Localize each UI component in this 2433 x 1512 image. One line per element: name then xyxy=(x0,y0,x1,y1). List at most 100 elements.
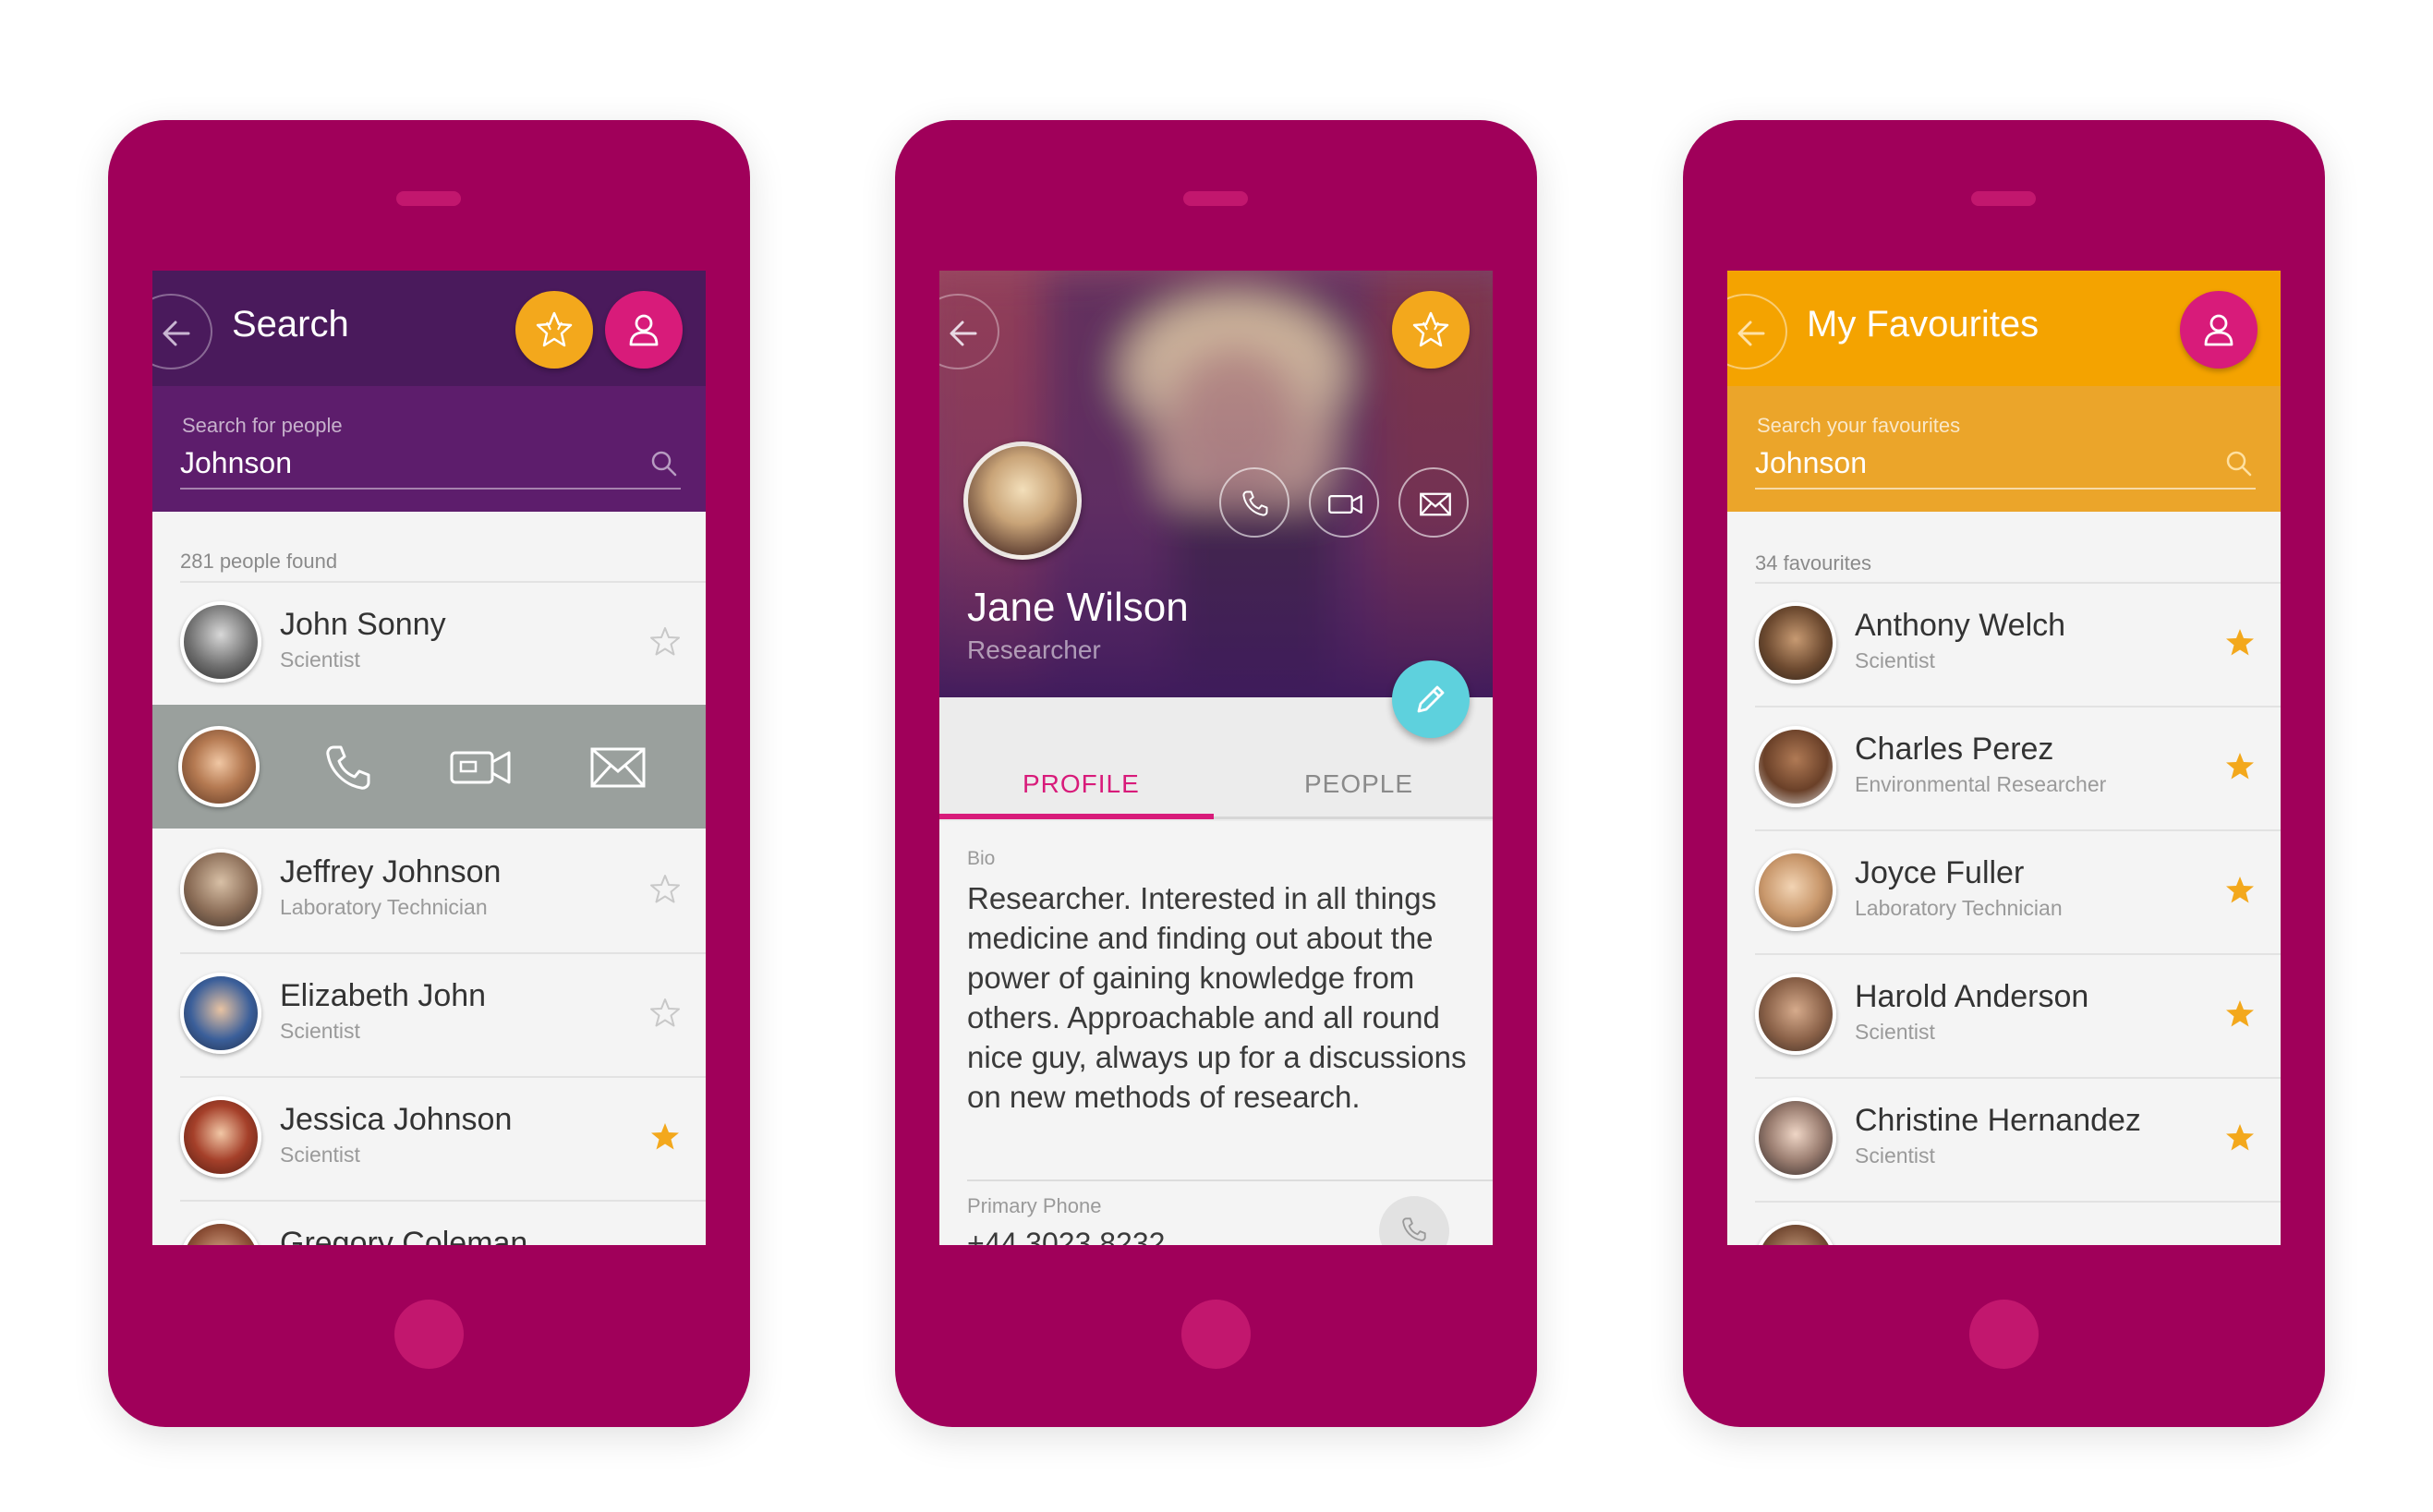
home-button[interactable] xyxy=(394,1300,464,1369)
star-icon[interactable] xyxy=(648,997,682,1030)
star-icon[interactable] xyxy=(2223,998,2257,1031)
list-item[interactable]: Jeffrey Johnson Laboratory Technician xyxy=(152,829,706,952)
active-tab-indicator xyxy=(939,814,1214,819)
call-phone-button[interactable] xyxy=(1379,1196,1449,1245)
row-divider xyxy=(180,1076,706,1078)
avatar xyxy=(180,601,261,683)
bio-label: Bio xyxy=(967,848,996,869)
avatar xyxy=(178,726,260,807)
profile-screen: Jane Wilson Researcher PROFILE PEOPLE Bi… xyxy=(939,271,1493,1245)
phone-speaker xyxy=(1971,191,2036,206)
list-item[interactable]: Jessica Johnson Scientist xyxy=(152,1076,706,1200)
back-arrow-icon xyxy=(163,321,190,346)
star-icon[interactable] xyxy=(2223,626,2257,659)
edit-button[interactable] xyxy=(1392,660,1470,738)
search-underline xyxy=(1755,488,2256,490)
row-divider xyxy=(180,1200,706,1202)
phone-profile: Jane Wilson Researcher PROFILE PEOPLE Bi… xyxy=(895,120,1537,1427)
person-name: Christine Hernandez xyxy=(1855,1103,2141,1138)
person-name: Harold Anderson xyxy=(1855,979,2089,1014)
search-label: Search for people xyxy=(182,414,343,437)
profile-icon xyxy=(2204,314,2233,346)
home-button[interactable] xyxy=(1181,1300,1251,1369)
person-name: John Sonny xyxy=(280,607,446,642)
video-icon xyxy=(1328,495,1362,514)
list-item[interactable]: Elizabeth John Scientist xyxy=(152,952,706,1076)
back-arrow-icon xyxy=(950,321,977,346)
list-item[interactable]: Christine Hernandez Scientist xyxy=(1727,1077,2281,1201)
star-icon[interactable] xyxy=(648,1120,682,1154)
search-input[interactable]: Johnson xyxy=(1755,446,1867,480)
quick-action-bar xyxy=(152,705,706,829)
star-icon[interactable] xyxy=(2223,1121,2257,1155)
page-title: My Favourites xyxy=(1807,304,2040,345)
home-button[interactable] xyxy=(1969,1300,2039,1369)
phone-icon xyxy=(1242,490,1268,516)
phone-icon[interactable] xyxy=(321,740,376,795)
person-name: Gregory Coleman xyxy=(280,1226,528,1245)
back-button[interactable] xyxy=(152,294,212,369)
search-icon[interactable] xyxy=(2224,449,2254,478)
bio-line: others. Approachable and all round xyxy=(967,1000,1440,1034)
person-name: Anthony Welch xyxy=(1855,608,2066,643)
avatar xyxy=(1755,726,1836,807)
tab-people[interactable]: PEOPLE xyxy=(1304,769,1413,799)
star-icon[interactable] xyxy=(648,873,682,906)
star-icon[interactable] xyxy=(2223,750,2257,783)
favourites-button[interactable] xyxy=(515,291,593,369)
list-item[interactable]: Joyce Fuller Laboratory Technician xyxy=(1727,829,2281,953)
phone-icon xyxy=(1402,1217,1426,1241)
mail-icon[interactable] xyxy=(588,740,648,795)
profile-button[interactable] xyxy=(2180,291,2257,369)
list-item[interactable]: Anthony Welch Scientist xyxy=(1727,582,2281,706)
favourites-appbar: My Favourites xyxy=(1727,271,2281,386)
call-button[interactable] xyxy=(1219,467,1289,538)
video-call-button[interactable] xyxy=(1309,467,1379,538)
tabs-divider xyxy=(1214,816,1493,819)
person-name: Elizabeth John xyxy=(280,978,487,1013)
profile-button[interactable] xyxy=(605,291,683,369)
list-item[interactable]: Charles Perez Environmental Researcher xyxy=(1727,706,2281,829)
section-divider xyxy=(967,1179,1493,1181)
profile-header: Jane Wilson Researcher xyxy=(939,271,1493,697)
result-count: 281 people found xyxy=(180,550,338,573)
phone-value: +44 3023 8232 xyxy=(967,1227,1166,1245)
avatar xyxy=(1755,1097,1836,1179)
star-icon[interactable] xyxy=(2223,874,2257,907)
avatar xyxy=(180,1220,261,1245)
back-arrow-icon xyxy=(1737,321,1765,346)
list-item[interactable]: Harold Anderson Scientist xyxy=(1727,953,2281,1077)
phone-speaker xyxy=(1183,191,1248,206)
row-divider xyxy=(180,952,706,954)
phone-search: Search Search for people Johnson 281 peo… xyxy=(108,120,750,1427)
page-title: Search xyxy=(232,304,349,345)
list-item[interactable]: John Sonny Scientist xyxy=(152,581,706,705)
favourites-star-icon xyxy=(1412,311,1449,347)
person-name: Charles Perez xyxy=(1855,732,2054,767)
avatar xyxy=(180,849,261,930)
person-name: Jeffrey Johnson xyxy=(280,854,502,889)
profile-name: Jane Wilson xyxy=(967,585,1189,630)
list-item[interactable] xyxy=(1727,1201,2281,1245)
search-bar: Search for people Johnson xyxy=(152,386,706,512)
result-count: 34 favourites xyxy=(1755,551,1871,575)
row-divider xyxy=(1755,829,2281,831)
search-appbar: Search xyxy=(152,271,706,386)
person-role: Laboratory Technician xyxy=(280,895,488,919)
bio-line: Researcher. Interested in all things xyxy=(967,881,1437,915)
tab-profile[interactable]: PROFILE xyxy=(1023,769,1140,799)
search-input[interactable]: Johnson xyxy=(180,446,292,480)
star-icon[interactable] xyxy=(648,625,682,659)
avatar xyxy=(1755,974,1836,1055)
email-button[interactable] xyxy=(1398,467,1469,538)
avatar xyxy=(1755,850,1836,931)
back-button[interactable] xyxy=(1727,294,1787,369)
phone-speaker xyxy=(396,191,461,206)
favourites-screen: My Favourites Search your favourites Joh… xyxy=(1727,271,2281,1245)
person-role: Laboratory Technician xyxy=(1855,896,2063,920)
video-icon[interactable] xyxy=(448,740,514,795)
person-role: Scientist xyxy=(1855,648,1935,672)
list-item[interactable]: Gregory Coleman xyxy=(152,1200,706,1245)
favourites-button[interactable] xyxy=(1392,291,1470,369)
search-icon[interactable] xyxy=(649,449,679,478)
